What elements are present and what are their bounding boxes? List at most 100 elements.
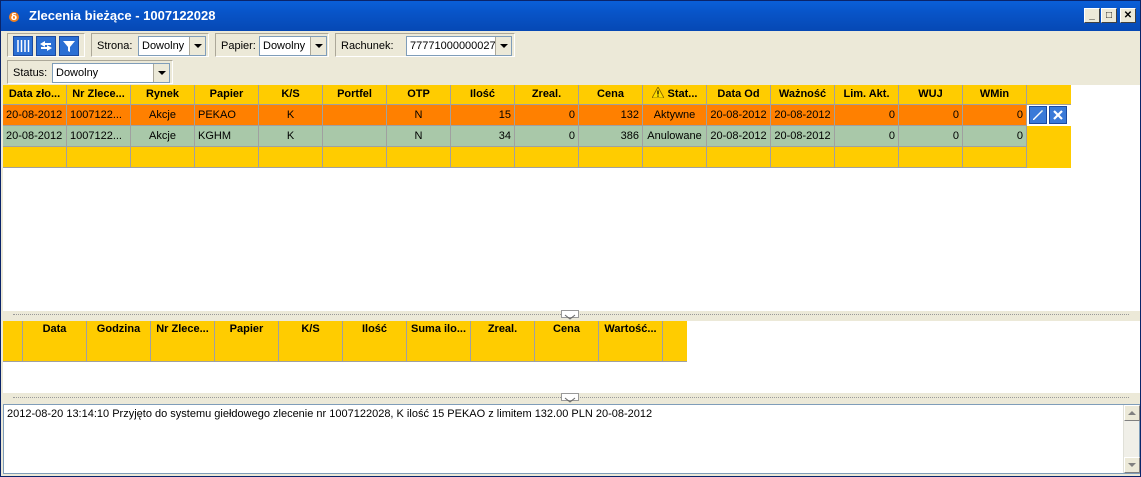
scroll-down-icon[interactable]: [1124, 457, 1140, 473]
strona-group: Strona: Dowolny: [91, 33, 209, 57]
papier-label: Papier:: [221, 40, 256, 52]
message-log[interactable]: 2012-08-20 13:14:10 Przyjęto do systemu …: [3, 404, 1140, 474]
papier-select[interactable]: Dowolny: [259, 36, 327, 56]
chevron-down-icon[interactable]: [153, 64, 169, 82]
window-title: Zlecenia bieżące - 1007122028: [29, 8, 216, 23]
col-header-status[interactable]: Stat...: [643, 85, 707, 105]
cell-lim-akt: 0: [835, 105, 899, 126]
log-scrollbar[interactable]: [1123, 405, 1140, 473]
rachunek-value: 777710000000271: [410, 40, 496, 52]
splitter-grip-icon[interactable]: [561, 310, 579, 320]
transactions-header-row: Data Godzina Nr Zlece... Papier K/S Iloś…: [3, 321, 687, 362]
col-header[interactable]: Wartość...: [599, 321, 663, 362]
cell-data-od: 20-08-2012: [707, 105, 771, 126]
order-row[interactable]: 20-08-2012 1007122... Akcje PEKAO K N 15…: [3, 105, 1027, 126]
chevron-down-icon[interactable]: [495, 37, 511, 55]
order-row[interactable]: 20-08-2012 1007122... Akcje KGHM K N 34 …: [3, 126, 1027, 147]
empty-cell: [515, 147, 579, 168]
col-header[interactable]: [3, 321, 23, 362]
cell-cena: 386: [579, 126, 643, 147]
cell-papier: KGHM: [195, 126, 259, 147]
col-header[interactable]: Ważność: [771, 85, 835, 105]
cell-portfel: [323, 105, 387, 126]
col-header[interactable]: K/S: [259, 85, 323, 105]
app-icon: δ: [9, 12, 19, 23]
rachunek-label: Rachunek:: [341, 40, 394, 52]
cell-nr: 1007122...: [67, 105, 131, 126]
splitter-grip-icon[interactable]: [561, 393, 579, 403]
strona-label: Strona:: [97, 40, 133, 52]
empty-cell: [835, 147, 899, 168]
col-header[interactable]: Ilość: [343, 321, 407, 362]
cell-zreal: 0: [515, 126, 579, 147]
status-label: Status:: [13, 67, 48, 79]
cell-wmin: 0: [963, 105, 1027, 126]
empty-cell: [1027, 147, 1071, 168]
edit-pencil-icon[interactable]: [1029, 106, 1047, 124]
scroll-up-icon[interactable]: [1124, 405, 1140, 421]
cell-status: Anulowane: [643, 126, 707, 147]
cell-otp: N: [387, 105, 451, 126]
warning-icon: [650, 86, 665, 99]
col-header[interactable]: Suma ilo...: [407, 321, 471, 362]
col-header[interactable]: Nr Zlece...: [151, 321, 215, 362]
col-header[interactable]: WMin: [963, 85, 1027, 105]
col-header[interactable]: Zreal.: [515, 85, 579, 105]
orders-window: δ Zlecenia bieżące - 1007122028 _ □ ✕ St…: [0, 0, 1141, 477]
col-header-label: Stat...: [667, 88, 698, 100]
title-bar[interactable]: δ Zlecenia bieżące - 1007122028 _ □ ✕: [1, 1, 1140, 31]
col-header[interactable]: Nr Zlece...: [67, 85, 131, 105]
col-header[interactable]: K/S: [279, 321, 343, 362]
status-toolbar: Status: Dowolny: [3, 59, 1140, 85]
cell-data-od: 20-08-2012: [707, 126, 771, 147]
swap-arrows-icon[interactable]: [36, 36, 56, 56]
filter-icon[interactable]: [59, 36, 79, 56]
col-header[interactable]: Data: [23, 321, 87, 362]
actions-filler: [1027, 126, 1071, 147]
col-header[interactable]: Papier: [195, 85, 259, 105]
col-header[interactable]: Rynek: [131, 85, 195, 105]
col-header[interactable]: WUJ: [899, 85, 963, 105]
cell-ilosc: 15: [451, 105, 515, 126]
empty-cell: [387, 147, 451, 168]
cell-status: Aktywne: [643, 105, 707, 126]
strona-select[interactable]: Dowolny: [138, 36, 206, 56]
cell-rynek: Akcje: [131, 105, 195, 126]
cancel-x-icon[interactable]: [1049, 106, 1067, 124]
cell-waznosc: 20-08-2012: [771, 126, 835, 147]
orders-grid: Data zło... Nr Zlece... Rynek Papier K/S…: [3, 85, 1140, 311]
cell-zreal: 0: [515, 105, 579, 126]
empty-cell: [707, 147, 771, 168]
col-header[interactable]: Papier: [215, 321, 279, 362]
col-header[interactable]: Lim. Akt.: [835, 85, 899, 105]
empty-cell: [195, 147, 259, 168]
filter-toolbar: Strona: Dowolny Papier: Dowolny Rachunek…: [3, 32, 1140, 58]
empty-cell: [771, 147, 835, 168]
col-header[interactable]: Godzina: [87, 321, 151, 362]
columns-icon[interactable]: [13, 36, 33, 56]
close-button[interactable]: ✕: [1120, 8, 1136, 23]
empty-row: [3, 147, 1071, 168]
cell-rynek: Akcje: [131, 126, 195, 147]
minimize-button[interactable]: _: [1084, 8, 1100, 23]
col-header[interactable]: OTP: [387, 85, 451, 105]
col-header[interactable]: Cena: [579, 85, 643, 105]
chevron-down-icon[interactable]: [310, 37, 326, 55]
rachunek-group: Rachunek: 777710000000271: [335, 33, 515, 57]
col-header[interactable]: Portfel: [323, 85, 387, 105]
col-header[interactable]: Data zło...: [3, 85, 67, 105]
col-header[interactable]: Zreal.: [471, 321, 535, 362]
status-select[interactable]: Dowolny: [52, 63, 170, 83]
empty-cell: [899, 147, 963, 168]
col-header[interactable]: Cena: [535, 321, 599, 362]
maximize-button[interactable]: □: [1101, 8, 1117, 23]
rachunek-select[interactable]: 777710000000271: [406, 36, 512, 56]
empty-cell: [323, 147, 387, 168]
col-header[interactable]: Data Od: [707, 85, 771, 105]
empty-cell: [3, 147, 67, 168]
empty-cell: [67, 147, 131, 168]
papier-value: Dowolny: [263, 40, 306, 52]
chevron-down-icon[interactable]: [189, 37, 205, 55]
cell-ilosc: 34: [451, 126, 515, 147]
col-header[interactable]: Ilość: [451, 85, 515, 105]
